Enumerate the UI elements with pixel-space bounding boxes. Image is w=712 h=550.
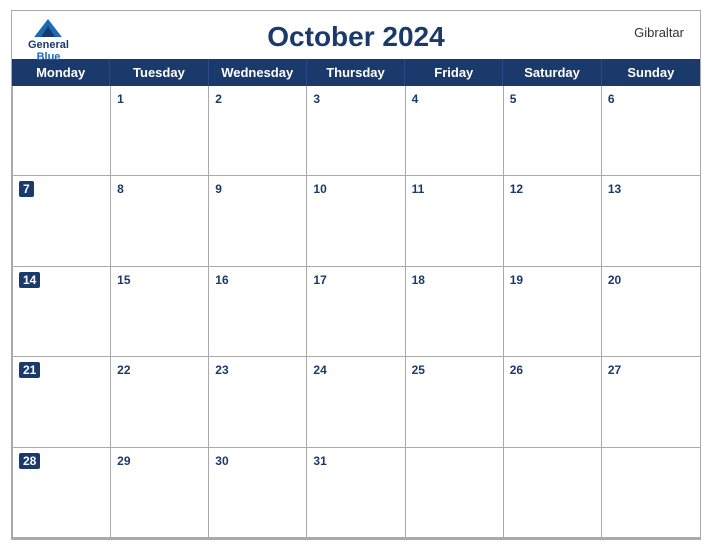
date-number: 7 bbox=[19, 181, 34, 197]
date-number: 2 bbox=[215, 92, 222, 106]
calendar-cell: 17 bbox=[307, 267, 405, 357]
date-number: 12 bbox=[510, 182, 523, 196]
date-number: 30 bbox=[215, 454, 228, 468]
calendar: General Blue October 2024 Gibraltar Mond… bbox=[11, 10, 701, 540]
calendar-cell: 5 bbox=[504, 86, 602, 176]
date-number: 5 bbox=[510, 92, 517, 106]
calendar-cell: 30 bbox=[209, 448, 307, 538]
calendar-cell: 15 bbox=[111, 267, 209, 357]
date-number: 21 bbox=[19, 362, 40, 378]
calendar-title: October 2024 bbox=[267, 21, 444, 53]
calendar-cell: 2 bbox=[209, 86, 307, 176]
date-number: 19 bbox=[510, 273, 523, 287]
date-number: 15 bbox=[117, 273, 130, 287]
calendar-cell: 1 bbox=[111, 86, 209, 176]
day-header-sunday: Sunday bbox=[602, 59, 700, 86]
calendar-cell: 23 bbox=[209, 357, 307, 447]
calendar-cell: 18 bbox=[406, 267, 504, 357]
date-number: 6 bbox=[608, 92, 615, 106]
date-number: 16 bbox=[215, 273, 228, 287]
calendar-cell: 19 bbox=[504, 267, 602, 357]
calendar-cell: 8 bbox=[111, 176, 209, 266]
calendar-cell bbox=[406, 448, 504, 538]
logo: General Blue bbox=[28, 19, 69, 63]
calendar-cell: 10 bbox=[307, 176, 405, 266]
date-number: 9 bbox=[215, 182, 222, 196]
date-number: 24 bbox=[313, 363, 326, 377]
calendar-header: General Blue October 2024 Gibraltar bbox=[12, 11, 700, 59]
date-number: 26 bbox=[510, 363, 523, 377]
calendar-cell bbox=[13, 86, 111, 176]
logo-icon bbox=[34, 19, 62, 37]
date-number: 8 bbox=[117, 182, 124, 196]
calendar-cell: 12 bbox=[504, 176, 602, 266]
day-header-saturday: Saturday bbox=[503, 59, 601, 86]
calendar-cell: 11 bbox=[406, 176, 504, 266]
date-number: 10 bbox=[313, 182, 326, 196]
calendar-cell: 21 bbox=[13, 357, 111, 447]
date-number: 22 bbox=[117, 363, 130, 377]
calendar-cell: 16 bbox=[209, 267, 307, 357]
date-number: 23 bbox=[215, 363, 228, 377]
date-number: 31 bbox=[313, 454, 326, 468]
day-header-thursday: Thursday bbox=[307, 59, 405, 86]
calendar-cell: 4 bbox=[406, 86, 504, 176]
date-number: 3 bbox=[313, 92, 320, 106]
calendar-cell: 22 bbox=[111, 357, 209, 447]
calendar-cell: 3 bbox=[307, 86, 405, 176]
date-number: 14 bbox=[19, 272, 40, 288]
calendar-cell bbox=[602, 448, 700, 538]
day-header-tuesday: Tuesday bbox=[110, 59, 208, 86]
date-number: 13 bbox=[608, 182, 621, 196]
calendar-cell: 13 bbox=[602, 176, 700, 266]
days-header: MondayTuesdayWednesdayThursdayFridaySatu… bbox=[12, 59, 700, 86]
date-number: 11 bbox=[412, 182, 425, 196]
calendar-cell: 6 bbox=[602, 86, 700, 176]
date-number: 28 bbox=[19, 453, 40, 469]
calendar-cell: 20 bbox=[602, 267, 700, 357]
date-number: 27 bbox=[608, 363, 621, 377]
logo-general-text: General bbox=[28, 39, 69, 51]
day-header-friday: Friday bbox=[405, 59, 503, 86]
calendar-cell bbox=[504, 448, 602, 538]
date-number: 4 bbox=[412, 92, 419, 106]
calendar-cell: 26 bbox=[504, 357, 602, 447]
calendar-cell: 24 bbox=[307, 357, 405, 447]
calendar-cell: 28 bbox=[13, 448, 111, 538]
date-number: 29 bbox=[117, 454, 130, 468]
date-number: 20 bbox=[608, 273, 621, 287]
date-number: 17 bbox=[313, 273, 326, 287]
logo-blue-text: Blue bbox=[37, 51, 61, 63]
calendar-cell: 7 bbox=[13, 176, 111, 266]
date-number: 18 bbox=[412, 273, 425, 287]
calendar-cell: 25 bbox=[406, 357, 504, 447]
calendar-cell: 29 bbox=[111, 448, 209, 538]
calendar-cell: 27 bbox=[602, 357, 700, 447]
calendar-grid: 1234567891011121314151617181920212223242… bbox=[12, 86, 700, 539]
calendar-cell: 14 bbox=[13, 267, 111, 357]
calendar-cell: 9 bbox=[209, 176, 307, 266]
day-header-wednesday: Wednesday bbox=[209, 59, 307, 86]
date-number: 1 bbox=[117, 92, 124, 106]
date-number: 25 bbox=[412, 363, 425, 377]
calendar-cell: 31 bbox=[307, 448, 405, 538]
location-label: Gibraltar bbox=[634, 25, 684, 40]
